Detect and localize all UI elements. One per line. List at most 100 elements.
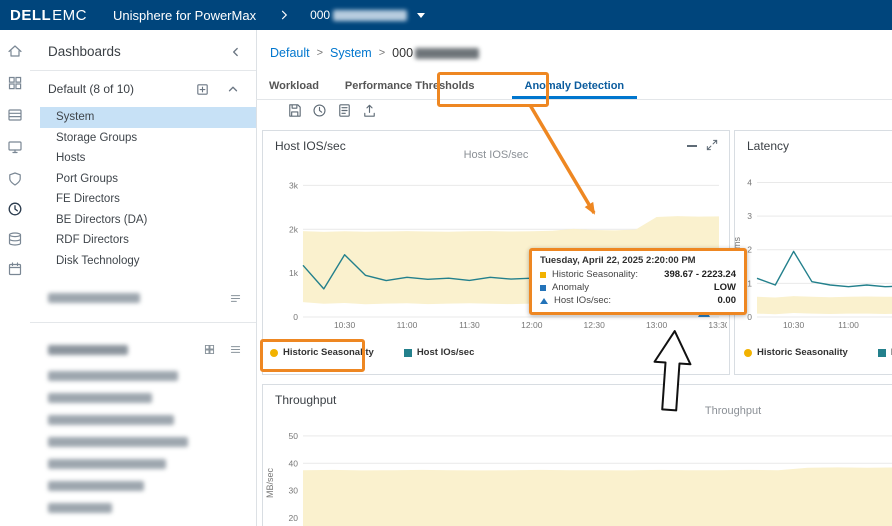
svg-text:12:00: 12:00 bbox=[521, 320, 543, 330]
sidebar-item-rdf-directors[interactable]: RDF Directors bbox=[30, 230, 256, 251]
app-title: Unisphere for PowerMax bbox=[113, 8, 256, 23]
menu-icon[interactable] bbox=[229, 343, 242, 356]
sidebar-item-system[interactable]: System bbox=[40, 107, 256, 128]
sidebar-item-be-directors[interactable]: BE Directors (DA) bbox=[30, 210, 256, 231]
breadcrumb-separator: > bbox=[379, 47, 385, 59]
breadcrumb-default-link[interactable]: Default bbox=[270, 46, 310, 60]
home-icon[interactable] bbox=[6, 42, 24, 60]
dashboards-sidebar: Dashboards Default (8 of 10) System Stor… bbox=[30, 30, 257, 526]
top-bar: DELLEMC Unisphere for PowerMax 000 bbox=[0, 0, 892, 30]
masked-list-item[interactable] bbox=[48, 437, 188, 447]
array-id-prefix: 000 bbox=[392, 46, 413, 60]
masked-list-item[interactable] bbox=[48, 503, 112, 513]
legend-label: Host IOs/sec bbox=[417, 347, 475, 358]
legend-square-swatch bbox=[878, 349, 886, 357]
throughput-chart: 50403020 bbox=[277, 423, 892, 526]
tooltip-label: Host IOs/sec: bbox=[554, 295, 611, 306]
dellemc-logo: DELLEMC bbox=[10, 7, 87, 24]
system-id-selector[interactable]: 000 bbox=[310, 8, 425, 22]
tooltip-row-anomaly: Anomaly LOW bbox=[540, 282, 736, 293]
latency-panel: Latency 4321010:3011:0011:30 bbox=[734, 130, 892, 375]
legend-host-ios[interactable]: Host IOs/sec bbox=[404, 347, 475, 358]
throughput-panel: Throughput Throughput 50403020 bbox=[262, 384, 892, 526]
svg-text:2k: 2k bbox=[289, 224, 299, 234]
system-icon[interactable] bbox=[6, 230, 24, 248]
breadcrumb: Default > System > 000 bbox=[270, 46, 479, 60]
svg-text:11:00: 11:00 bbox=[397, 320, 418, 330]
tab-anomaly-detection[interactable]: Anomaly Detection bbox=[512, 74, 638, 99]
legend-historic-seasonality[interactable]: Historic Seasonality bbox=[744, 347, 848, 358]
host-ios-triangle-swatch bbox=[540, 298, 548, 304]
nav-rail bbox=[0, 30, 31, 526]
minimize-icon[interactable] bbox=[687, 145, 697, 147]
grid-view-icon[interactable] bbox=[203, 343, 216, 356]
report-list-icon[interactable] bbox=[336, 102, 353, 119]
tooltip-value: 398.67 - 2223.24 bbox=[664, 269, 736, 280]
breadcrumb-current: 000 bbox=[392, 46, 479, 60]
tab-workload[interactable]: Workload bbox=[256, 74, 332, 99]
add-dashboard-icon[interactable] bbox=[195, 82, 210, 97]
svg-text:0: 0 bbox=[293, 312, 298, 322]
legend-historic-seasonality[interactable]: Historic Seasonality bbox=[270, 347, 374, 358]
dashboards-icon[interactable] bbox=[6, 74, 24, 92]
tooltip-timestamp: Tuesday, April 22, 2025 2:20:00 PM bbox=[540, 255, 736, 266]
legend-square-swatch bbox=[404, 349, 412, 357]
sidebar-title: Dashboards bbox=[48, 44, 121, 59]
hosts-icon[interactable] bbox=[6, 138, 24, 156]
storage-systems-icon[interactable] bbox=[6, 106, 24, 124]
dashboard-set-dropdown[interactable]: Default (8 of 10) bbox=[30, 78, 256, 102]
dashboard-list: System Storage Groups Hosts Port Groups … bbox=[30, 107, 256, 271]
sidebar-item-hosts[interactable]: Hosts bbox=[30, 148, 256, 169]
svg-text:30: 30 bbox=[289, 486, 299, 496]
svg-text:4: 4 bbox=[747, 178, 752, 188]
masked-list-item[interactable] bbox=[48, 459, 166, 469]
masked-list-item[interactable] bbox=[48, 293, 140, 303]
tab-performance-thresholds[interactable]: Performance Thresholds bbox=[332, 74, 488, 99]
svg-text:10:30: 10:30 bbox=[334, 320, 356, 330]
performance-icon[interactable] bbox=[6, 200, 24, 218]
tooltip-row-host-ios: Host IOs/sec: 0.00 bbox=[540, 295, 736, 306]
tooltip-label: Anomaly bbox=[552, 282, 589, 293]
svg-text:13:30: 13:30 bbox=[708, 320, 727, 330]
breadcrumb-system-link[interactable]: System bbox=[330, 46, 372, 60]
svg-text:3: 3 bbox=[747, 211, 752, 221]
chart-tooltip: Tuesday, April 22, 2025 2:20:00 PM Histo… bbox=[529, 248, 747, 315]
chart-title: Throughput bbox=[263, 405, 892, 417]
masked-list-item[interactable] bbox=[48, 481, 144, 491]
list-icon[interactable] bbox=[229, 292, 242, 305]
sidebar-item-disk-technology[interactable]: Disk Technology bbox=[30, 251, 256, 272]
chevron-up-icon[interactable] bbox=[226, 82, 240, 96]
masked-list-item[interactable] bbox=[48, 415, 174, 425]
sidebar-item-storage-groups[interactable]: Storage Groups bbox=[30, 128, 256, 149]
time-range-icon[interactable] bbox=[311, 102, 328, 119]
svg-text:11:00: 11:00 bbox=[838, 320, 859, 330]
svg-text:40: 40 bbox=[289, 458, 299, 468]
svg-text:20: 20 bbox=[289, 513, 299, 523]
events-icon[interactable] bbox=[6, 260, 24, 278]
anomaly-swatch bbox=[540, 285, 546, 291]
masked-list-item[interactable] bbox=[48, 393, 152, 403]
latency-chart: 4321010:3011:0011:30 bbox=[737, 161, 892, 333]
tooltip-row-seasonality: Historic Seasonality: 398.67 - 2223.24 bbox=[540, 269, 736, 280]
legend-label: Historic Seasonality bbox=[757, 347, 848, 358]
save-icon[interactable] bbox=[286, 102, 303, 119]
svg-text:1k: 1k bbox=[289, 268, 299, 278]
legend-response-time[interactable]: Response Ti bbox=[878, 347, 892, 358]
masked-list-item[interactable] bbox=[48, 371, 178, 381]
export-icon[interactable] bbox=[361, 102, 378, 119]
svg-text:2: 2 bbox=[747, 245, 752, 255]
sidebar-item-fe-directors[interactable]: FE Directors bbox=[30, 189, 256, 210]
unisphere-app-window: DELLEMC Unisphere for PowerMax 000 bbox=[0, 0, 892, 526]
data-protection-icon[interactable] bbox=[6, 170, 24, 188]
seasonality-swatch bbox=[540, 272, 546, 278]
svg-text:1: 1 bbox=[747, 278, 752, 288]
sidebar-item-port-groups[interactable]: Port Groups bbox=[30, 169, 256, 190]
throughput-y-axis-label: MB/sec bbox=[265, 461, 275, 505]
divider bbox=[30, 322, 256, 323]
chart-title: Host IOS/sec bbox=[263, 149, 729, 161]
array-id-redacted bbox=[415, 48, 479, 59]
svg-text:13:00: 13:00 bbox=[646, 320, 668, 330]
collapse-sidebar-icon[interactable] bbox=[228, 45, 242, 59]
tooltip-value: 0.00 bbox=[718, 295, 737, 306]
svg-text:3k: 3k bbox=[289, 180, 299, 190]
